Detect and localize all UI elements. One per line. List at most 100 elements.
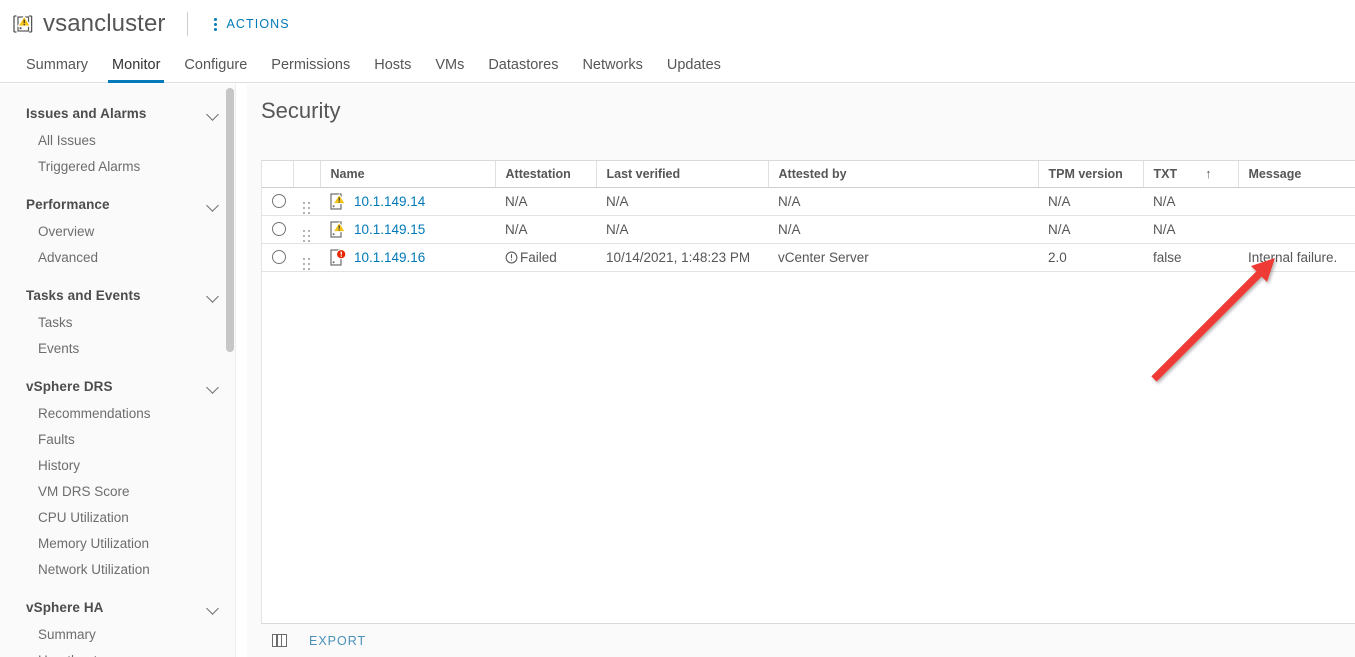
cell-tpm-version: 2.0 [1038, 243, 1143, 272]
actions-button[interactable]: ACTIONS [206, 14, 293, 34]
cell-name: 10.1.149.15 [320, 215, 495, 244]
host-name-link[interactable]: 10.1.149.16 [354, 250, 425, 265]
row-drag-cell [293, 215, 320, 244]
sidebar-scrollbar[interactable] [224, 84, 235, 657]
column-header-tpm-version[interactable]: TPM version [1038, 161, 1144, 188]
cell-attested-by: N/A [768, 215, 1038, 244]
table-row[interactable]: 10.1.149.15 N/A N/A N/A N/A N/A [262, 215, 1355, 244]
tab-monitor[interactable]: Monitor [100, 57, 172, 83]
tab-summary[interactable]: Summary [14, 57, 100, 82]
column-header-name[interactable]: Name [320, 161, 496, 188]
table-row[interactable]: 10.1.149.14 N/A N/A N/A N/A N/A [262, 187, 1355, 216]
sidebar-item-network-utilization[interactable]: Network Utilization [0, 557, 235, 583]
sidebar-item-faults[interactable]: Faults [0, 427, 235, 453]
column-header-attested-by[interactable]: Attested by [768, 161, 1039, 188]
row-radio-button[interactable] [272, 222, 286, 236]
columns-icon[interactable] [272, 634, 287, 647]
column-header-attestation[interactable]: Attestation [495, 161, 597, 188]
chevron-down-icon [206, 601, 219, 614]
export-button[interactable]: Export [309, 634, 366, 648]
cell-tpm-version: N/A [1038, 215, 1143, 244]
sidebar-group-label: vSphere DRS [26, 378, 113, 394]
cell-attested-by: N/A [768, 187, 1038, 216]
sidebar-group-vsphere-drs[interactable]: vSphere DRS [0, 371, 235, 401]
row-radio-button[interactable] [272, 194, 286, 208]
column-header-last-verified[interactable]: Last verified [596, 161, 769, 188]
tab-datastores[interactable]: Datastores [476, 57, 570, 82]
sidebar-item-all-issues[interactable]: All Issues [0, 128, 235, 154]
table-row[interactable]: 10.1.149.16 Failed 10/14/2021, 1:48:23 P… [262, 243, 1355, 272]
sidebar-item-recommendations[interactable]: Recommendations [0, 401, 235, 427]
grid-footer: Export [261, 623, 1355, 657]
cell-name: 10.1.149.14 [320, 187, 495, 216]
sidebar-item-cpu-utilization[interactable]: CPU Utilization [0, 505, 235, 531]
page-object-title: vsancluster [43, 10, 166, 37]
sidebar-item-heartbeat[interactable]: Heartbeat [0, 648, 235, 657]
host-warning-icon [330, 220, 347, 238]
sidebar-item-memory-utilization[interactable]: Memory Utilization [0, 531, 235, 557]
sidebar-item-tasks[interactable]: Tasks [0, 310, 235, 336]
sidebar-item-advanced[interactable]: Advanced [0, 245, 235, 271]
exclamation-circle-icon [505, 251, 518, 264]
sidebar-item-vm-drs-score[interactable]: VM DRS Score [0, 479, 235, 505]
cell-last-verified: N/A [596, 215, 768, 244]
column-header-txt-label: TXT [1153, 167, 1178, 182]
tab-networks[interactable]: Networks [570, 57, 654, 82]
content-pane: Security Name Attestation Last verified … [247, 84, 1355, 657]
cell-name: 10.1.149.16 [320, 243, 495, 272]
tab-vms[interactable]: VMs [423, 57, 476, 82]
cell-attestation: N/A [495, 215, 596, 244]
cluster-warning-icon [12, 13, 34, 35]
sidebar-item-events[interactable]: Events [0, 336, 235, 362]
sidebar-group-label: Issues and Alarms [26, 105, 147, 121]
attestation-status-text: Failed [520, 249, 557, 265]
cell-message [1238, 187, 1355, 216]
cell-txt: N/A [1143, 187, 1238, 216]
sidebar-group-label: vSphere HA [26, 599, 104, 615]
row-drag-cell [293, 243, 320, 272]
chevron-down-icon [206, 289, 219, 302]
column-header-message[interactable]: Message [1238, 161, 1355, 188]
sidebar-item-summary[interactable]: Summary [0, 622, 235, 648]
sidebar-scrollbar-thumb[interactable] [226, 88, 234, 352]
chevron-down-icon [206, 198, 219, 211]
page-title: Security [261, 98, 341, 123]
column-header-txt[interactable]: TXT ↑ [1143, 161, 1239, 188]
row-radio-button[interactable] [272, 250, 286, 264]
host-name-link[interactable]: 10.1.149.15 [354, 222, 425, 237]
sidebar-item-overview[interactable]: Overview [0, 219, 235, 245]
kebab-menu-icon [210, 17, 222, 31]
cell-txt: false [1143, 243, 1238, 272]
cell-txt: N/A [1143, 215, 1238, 244]
row-drag-cell [293, 187, 320, 216]
object-header: vsancluster ACTIONS [0, 0, 1355, 48]
column-header-drag [293, 161, 321, 188]
tab-permissions[interactable]: Permissions [259, 57, 362, 82]
chevron-down-icon [206, 107, 219, 120]
sidebar-group-tasks-and-events[interactable]: Tasks and Events [0, 280, 235, 310]
cell-message [1238, 215, 1355, 244]
sidebar-group-performance[interactable]: Performance [0, 189, 235, 219]
table-header-row: Name Attestation Last verified Attested … [262, 161, 1355, 188]
chevron-down-icon [206, 380, 219, 393]
tab-hosts[interactable]: Hosts [362, 57, 423, 82]
tab-updates[interactable]: Updates [655, 57, 733, 82]
security-datagrid: Name Attestation Last verified Attested … [261, 160, 1355, 623]
cell-attested-by: vCenter Server [768, 243, 1038, 272]
row-select-cell [262, 243, 293, 272]
sidebar-group-issues-and-alarms[interactable]: Issues and Alarms [0, 98, 235, 128]
monitor-sidebar: Issues and Alarms All Issues Triggered A… [0, 84, 236, 657]
sidebar-group-vsphere-ha[interactable]: vSphere HA [0, 592, 235, 622]
vsphere-client-window: vsancluster ACTIONS Summary Monitor Conf… [0, 0, 1355, 657]
row-select-cell [262, 215, 293, 244]
sidebar-item-triggered-alarms[interactable]: Triggered Alarms [0, 154, 235, 180]
host-name-link[interactable]: 10.1.149.14 [354, 194, 425, 209]
cell-tpm-version: N/A [1038, 187, 1143, 216]
tab-configure[interactable]: Configure [172, 57, 259, 82]
cell-message: Internal failure. [1238, 243, 1355, 272]
row-select-cell [262, 187, 293, 216]
content-header: Security [247, 84, 1355, 146]
column-header-select [262, 161, 294, 188]
host-error-icon [330, 248, 347, 266]
sidebar-item-history[interactable]: History [0, 453, 235, 479]
